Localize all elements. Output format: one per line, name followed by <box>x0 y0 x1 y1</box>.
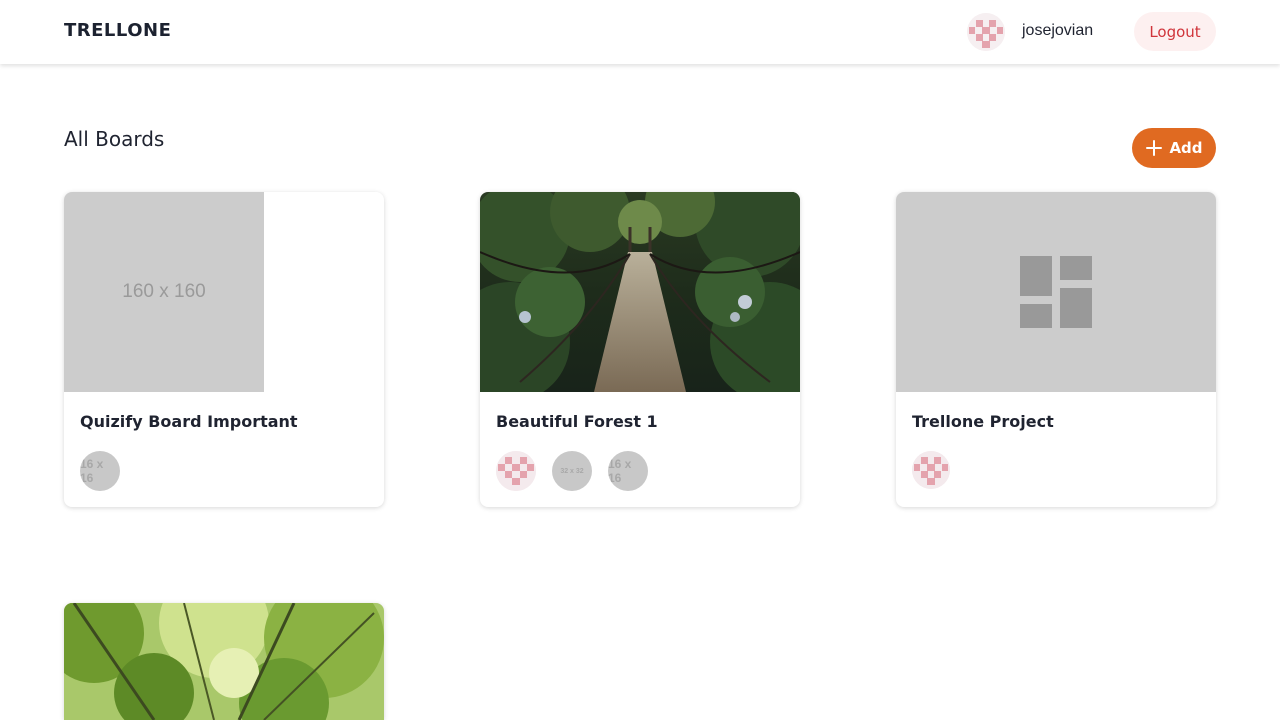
member-avatar: 16 x 16 <box>80 451 120 491</box>
board-card[interactable]: Trellone Project <box>896 192 1216 507</box>
add-button-label: Add <box>1169 139 1203 157</box>
board-members: 32 x 32 16 x 16 <box>496 451 648 491</box>
page-title: All Boards <box>64 127 165 151</box>
member-avatar: 32 x 32 <box>552 451 592 491</box>
board-cover-image <box>480 192 800 392</box>
member-avatar: 16 x 16 <box>608 451 648 491</box>
board-layout-icon <box>1020 256 1092 328</box>
board-members <box>912 451 950 489</box>
member-avatar <box>912 451 950 489</box>
username-label: josejovian <box>1022 22 1094 39</box>
board-title: Beautiful Forest 1 <box>496 412 658 431</box>
plus-icon <box>1146 140 1163 156</box>
board-cover-image <box>64 603 384 720</box>
board-title: Quizify Board Important <box>80 412 298 431</box>
logout-button[interactable]: Logout <box>1134 12 1216 51</box>
board-card[interactable]: Beautiful Forest 1 32 x 32 16 x 16 <box>480 192 800 507</box>
top-navbar: TRELLONE josejovian Logout <box>0 0 1280 64</box>
board-members: 16 x 16 <box>80 451 120 491</box>
member-avatar <box>496 451 536 491</box>
cover-placeholder: 160 x 160 <box>64 192 264 392</box>
board-cover-image <box>896 192 1216 392</box>
forest-bridge-photo <box>480 192 800 392</box>
brand-logo[interactable]: TRELLONE <box>64 20 171 41</box>
add-board-button[interactable]: Add <box>1132 128 1216 168</box>
board-title: Trellone Project <box>912 412 1054 431</box>
board-card[interactable]: 160 x 160 Quizify Board Important 16 x 1… <box>64 192 384 507</box>
forest-canopy-photo <box>64 603 384 720</box>
board-cover-image: 160 x 160 <box>64 192 384 392</box>
user-avatar[interactable] <box>967 13 1005 51</box>
board-card[interactable] <box>64 603 384 720</box>
